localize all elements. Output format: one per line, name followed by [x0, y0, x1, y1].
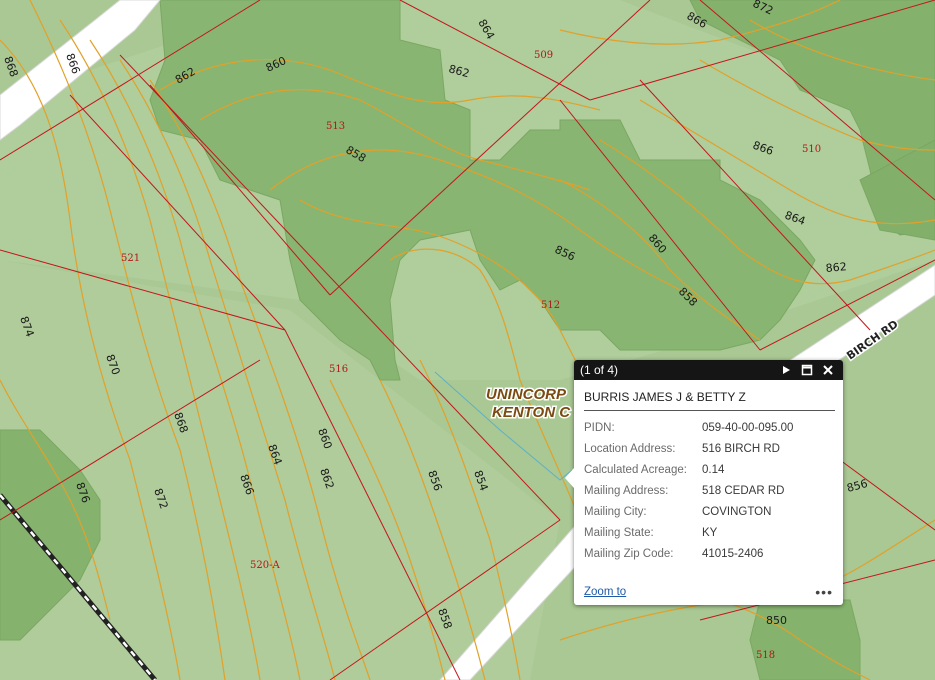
contour-label: 862 [825, 260, 847, 275]
table-row: Location Address: 516 BIRCH RD [584, 438, 793, 459]
field-label: Location Address: [584, 442, 676, 455]
parcel-label: 516 [329, 364, 348, 375]
field-value: 41015-2406 [702, 547, 764, 560]
table-row: Mailing Zip Code: 41015-2406 [584, 543, 793, 564]
feature-popup: (1 of 4) BURRIS JAMES J & BETTY Z PIDN: 0… [565, 360, 843, 605]
popup-counter: (1 of 4) [580, 363, 619, 377]
field-label: Mailing Zip Code: [584, 547, 674, 560]
parcel-label: 521 [121, 253, 140, 264]
area-label-line-2: KENTON C [492, 404, 571, 421]
parcel-label: 518 [756, 650, 775, 661]
field-value: 518 CEDAR RD [702, 484, 785, 497]
zoom-to-link[interactable]: Zoom to [584, 586, 815, 598]
parcel-label: 513 [326, 121, 345, 132]
woods-area [749, 599, 861, 680]
popup-header: (1 of 4) [574, 360, 843, 380]
table-row: Mailing State: KY [584, 522, 793, 543]
popup-footer: Zoom to ••• [584, 583, 833, 601]
parcel-label: 510 [802, 144, 821, 155]
field-value: 516 BIRCH RD [702, 442, 780, 455]
field-value: 0.14 [702, 463, 725, 476]
area-label-line-1: UNINCORP [486, 386, 567, 403]
field-value: 059-40-00-095.00 [702, 421, 794, 434]
parcel-label: 509 [534, 50, 553, 61]
field-label: Mailing City: [584, 505, 647, 518]
close-icon[interactable] [819, 361, 837, 379]
contour-label: 850 [766, 614, 787, 627]
parcel-label: 512 [541, 300, 560, 311]
field-label: Calculated Acreage: [584, 463, 687, 476]
parcel-label: 520-A [250, 560, 280, 571]
attribute-table: PIDN: 059-40-00-095.00 Location Address: 5… [584, 417, 793, 564]
field-label: Mailing State: [584, 526, 654, 539]
popup-title: BURRIS JAMES J & BETTY Z [584, 390, 835, 411]
more-actions-button[interactable]: ••• [815, 584, 833, 600]
field-value: KY [702, 526, 718, 539]
field-value: COVINGTON [702, 505, 772, 518]
maximize-icon[interactable] [798, 361, 816, 379]
field-label: Mailing Address: [584, 484, 669, 497]
field-label: PIDN: [584, 421, 615, 434]
table-row: Mailing Address: 518 CEDAR RD [584, 480, 793, 501]
table-row: Calculated Acreage: 0.14 [584, 459, 793, 480]
table-row: PIDN: 059-40-00-095.00 [584, 417, 793, 438]
table-row: Mailing City: COVINGTON [584, 501, 793, 522]
popup-pointer [565, 468, 574, 488]
play-next-icon[interactable] [777, 361, 795, 379]
